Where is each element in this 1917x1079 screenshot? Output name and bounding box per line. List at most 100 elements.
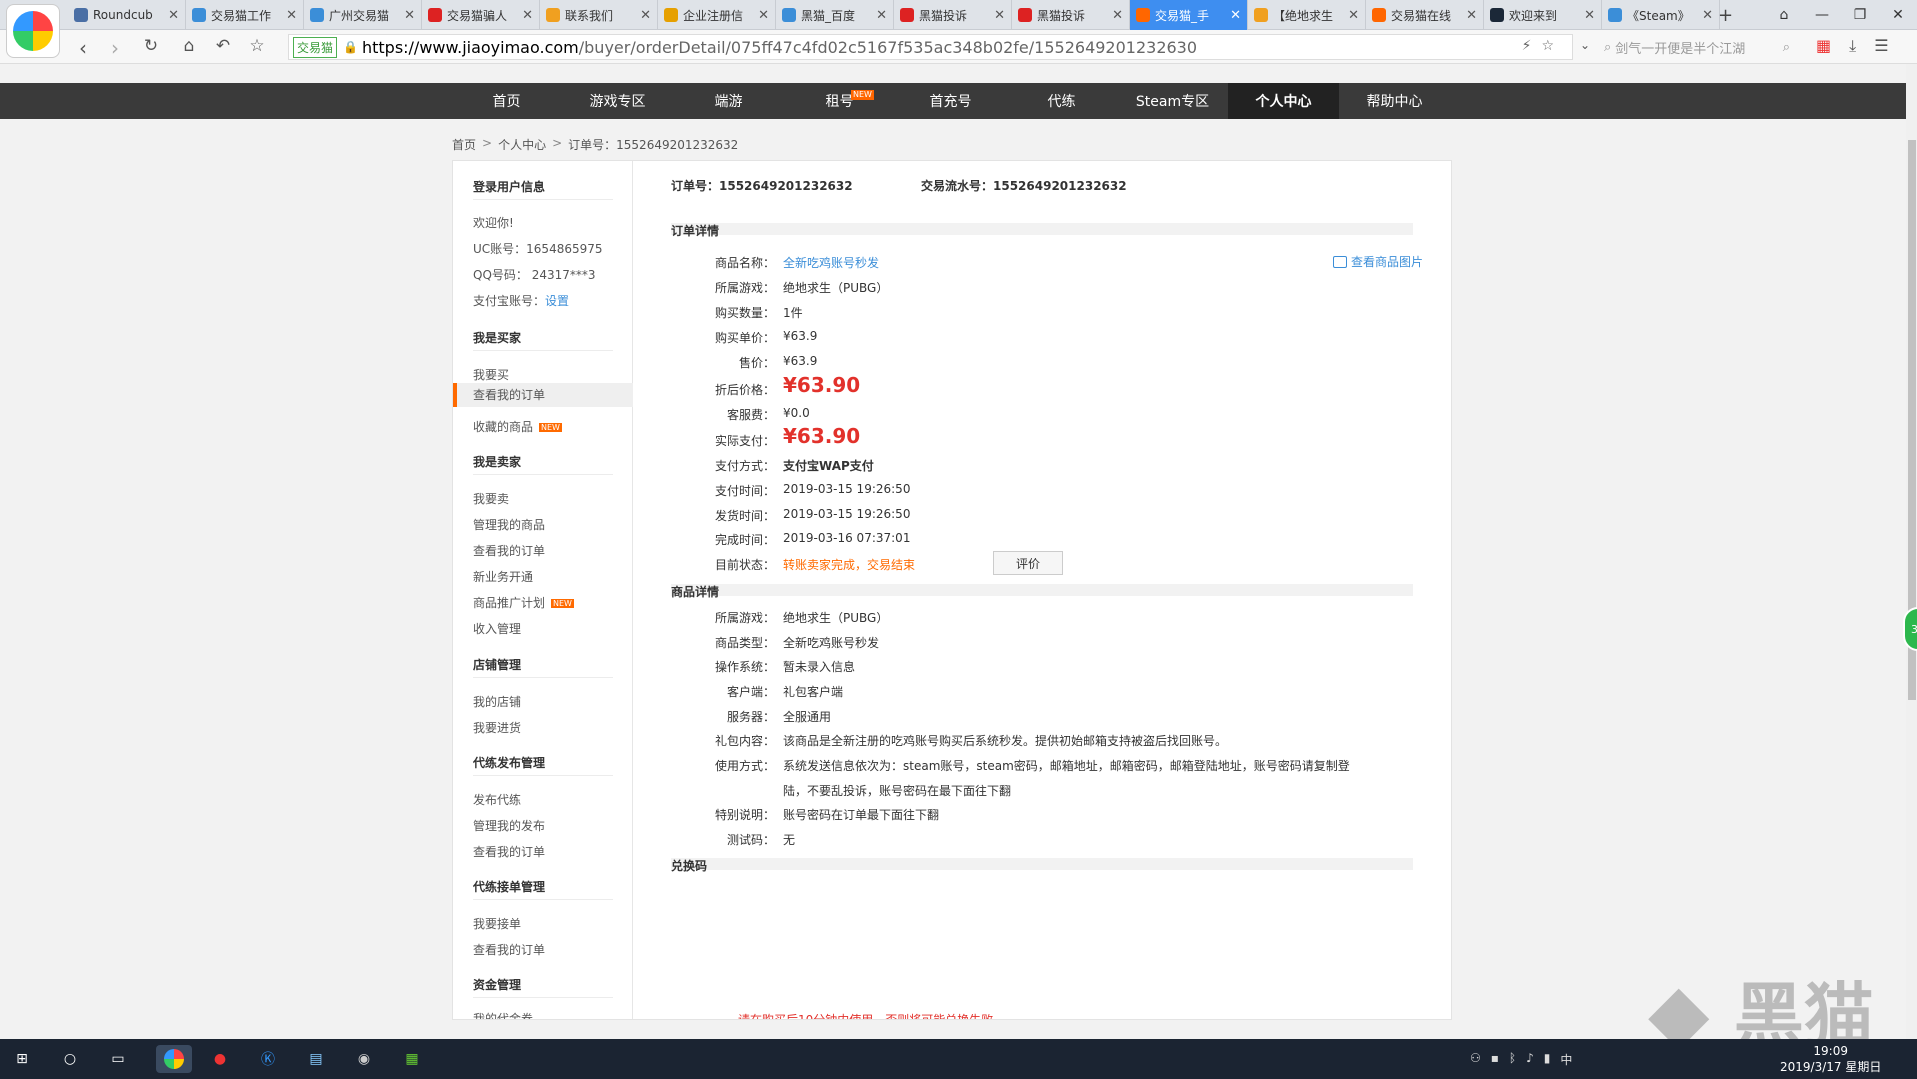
browser-tab[interactable]: 交易猫骗人 ✕ [422, 0, 540, 30]
network-icon[interactable]: ▮ [1544, 1051, 1551, 1068]
apps-icon[interactable]: ▦ [1816, 36, 1831, 56]
sidebar-item-seller-orders[interactable]: 查看我的订单 [473, 542, 545, 559]
restore-icon[interactable]: ❐ [1841, 0, 1879, 30]
tab-close-icon[interactable]: ✕ [286, 8, 297, 23]
home-icon[interactable]: ⌂ [178, 36, 200, 56]
bookmark-star-icon[interactable]: ☆ [246, 36, 268, 56]
sidebar-item-coupons[interactable]: 我的代金券 [473, 1010, 533, 1019]
tab-close-icon[interactable]: ✕ [1112, 8, 1123, 23]
tab-close-icon[interactable]: ✕ [1348, 8, 1359, 23]
minimize-icon[interactable]: — [1803, 0, 1841, 30]
app-icon-red[interactable]: ● [206, 1045, 234, 1073]
site-nav-item[interactable]: 租号 NEW [784, 83, 895, 119]
browser-tab[interactable]: 黑猫投诉 ✕ [1012, 0, 1130, 30]
people-icon[interactable]: ⚇ [1470, 1051, 1481, 1068]
breadcrumb-home[interactable]: 首页 [452, 136, 476, 153]
tab-close-icon[interactable]: ✕ [758, 8, 769, 23]
sidebar-item-buy[interactable]: 我要买 [473, 366, 509, 383]
floating-bubble[interactable]: 38 [1903, 607, 1917, 651]
new-tab-button[interactable]: + [1718, 5, 1733, 26]
browser-tab[interactable]: 联系我们 ✕ [540, 0, 658, 30]
sidebar-item-favorites[interactable]: 收藏的商品 NEW [473, 418, 562, 435]
menu-icon[interactable]: ☰ [1874, 36, 1888, 56]
tab-close-icon[interactable]: ✕ [876, 8, 887, 23]
notepad-icon[interactable]: ▤ [302, 1045, 330, 1073]
sidebar-item-sell[interactable]: 我要卖 [473, 490, 509, 507]
calendar-app-icon[interactable]: ▦ [398, 1045, 426, 1073]
tab-close-icon[interactable]: ✕ [1702, 8, 1713, 23]
tab-close-icon[interactable]: ✕ [168, 8, 179, 23]
sidebar-item-my-shop[interactable]: 我的店铺 [473, 693, 521, 710]
flash-icon[interactable]: ⚡ [1522, 38, 1542, 54]
sidebar-item-restock[interactable]: 我要进货 [473, 719, 521, 736]
browser-tab[interactable]: 交易猫_手 ✕ [1130, 0, 1248, 30]
sidebar-item-manage-publish[interactable]: 管理我的发布 [473, 817, 545, 834]
site-nav-item[interactable]: 端游 [673, 83, 784, 119]
rate-button[interactable]: 评价 [993, 551, 1063, 575]
product-name-link[interactable]: 全新吃鸡账号秒发 [783, 254, 879, 271]
site-nav-item[interactable]: 首充号 [895, 83, 1006, 119]
reload-icon[interactable]: ↻ [140, 36, 162, 56]
site-nav-item[interactable]: 个人中心 [1228, 83, 1339, 119]
search-go-icon[interactable]: ⌕ [1783, 40, 1790, 55]
site-nav-item[interactable]: 代练 [1006, 83, 1117, 119]
tab-close-icon[interactable]: ✕ [1230, 8, 1241, 23]
browser-taskbar-icon[interactable] [156, 1045, 192, 1073]
browser-tab[interactable]: 《Steam》 ✕ [1602, 0, 1720, 30]
back-icon[interactable]: ‹ [72, 36, 94, 60]
tab-close-icon[interactable]: ✕ [522, 8, 533, 23]
site-nav-item[interactable]: 游戏专区 [562, 83, 673, 119]
close-window-icon[interactable]: ✕ [1879, 0, 1917, 30]
sidebar-item-new-business[interactable]: 新业务开通 [473, 568, 533, 585]
tab-close-icon[interactable]: ✕ [994, 8, 1005, 23]
browser-tab[interactable]: 【绝地求生 ✕ [1248, 0, 1366, 30]
goods-content-value: 该商品是全新注册的吃鸡账号购买后系统秒发。提供初始邮箱支持被盗后找回账号。 [783, 734, 1228, 748]
tab-close-icon[interactable]: ✕ [1584, 8, 1595, 23]
url-dropdown-icon[interactable]: ⌄ [1574, 38, 1596, 52]
browser-tab[interactable]: 交易猫在线 ✕ [1366, 0, 1484, 30]
windows-start-icon[interactable]: ⊞ [8, 1045, 36, 1073]
app-icon-k[interactable]: Ⓚ [254, 1045, 282, 1073]
browser-tab[interactable]: 欢迎来到 ✕ [1484, 0, 1602, 30]
sidebar-item-buyer-orders[interactable]: 查看我的订单 [453, 383, 633, 407]
browser-tab[interactable]: 广州交易猫 ✕ [304, 0, 422, 30]
url-field[interactable]: 交易猫 🔒 https://www.jiaoyimao.com/buyer/or… [288, 34, 1573, 60]
sidebar-item-manage-goods[interactable]: 管理我的商品 [473, 516, 545, 533]
volume-icon[interactable]: ♪ [1526, 1051, 1534, 1068]
taskbar-clock[interactable]: 19:09 2019/3/17 星期日 [1780, 1043, 1881, 1075]
browser-tab[interactable]: 企业注册信 ✕ [658, 0, 776, 30]
forward-icon[interactable]: › [104, 36, 126, 60]
browser-tab[interactable]: 交易猫工作 ✕ [186, 0, 304, 30]
site-nav-item[interactable]: 首页 [451, 83, 562, 119]
site-nav-item[interactable]: 帮助中心 [1339, 83, 1450, 119]
breadcrumb-center[interactable]: 个人中心 [498, 136, 546, 153]
sidebar-item-publish-orders[interactable]: 查看我的订单 [473, 843, 545, 860]
browser-tab[interactable]: 黑猫_百度 ✕ [776, 0, 894, 30]
search-circle-icon[interactable]: ○ [56, 1045, 84, 1073]
skin-icon[interactable]: ⌂ [1765, 0, 1803, 30]
favorite-icon[interactable]: ☆ [1541, 38, 1564, 54]
sidebar-item-income[interactable]: 收入管理 [473, 620, 521, 637]
download-icon[interactable]: ⤓ [1849, 36, 1856, 56]
tab-close-icon[interactable]: ✕ [1466, 8, 1477, 23]
browser-tab[interactable]: 黑猫投诉 ✕ [894, 0, 1012, 30]
tab-label: 《Steam》 [1627, 8, 1690, 23]
alipay-setup-link[interactable]: 设置 [545, 294, 569, 308]
browser-logo[interactable] [6, 4, 60, 58]
search-field[interactable]: ⌕ 剑气一开便是半个江湖 ⌕ [1598, 34, 1794, 60]
sidebar-item-promotion[interactable]: 商品推广计划 NEW [473, 594, 574, 611]
site-nav-item[interactable]: Steam专区 [1117, 83, 1228, 119]
sidebar-item-publish[interactable]: 发布代练 [473, 791, 521, 808]
sidebar-item-accept-orders[interactable]: 查看我的订单 [473, 941, 545, 958]
ime-indicator[interactable]: 中 [1560, 1051, 1572, 1068]
tab-close-icon[interactable]: ✕ [404, 8, 415, 23]
steam-icon[interactable]: ◉ [350, 1045, 378, 1073]
browser-tab[interactable]: Roundcub ✕ [68, 0, 186, 30]
tray-app-icon[interactable]: ▪ [1491, 1051, 1499, 1068]
view-image-link[interactable]: 查看商品图片 [1333, 253, 1423, 270]
bluetooth-icon[interactable]: ᛒ [1509, 1051, 1516, 1068]
undo-icon[interactable]: ↶ [212, 36, 234, 56]
sidebar-item-accept[interactable]: 我要接单 [473, 915, 521, 932]
tab-close-icon[interactable]: ✕ [640, 8, 651, 23]
task-view-icon[interactable]: ▭ [104, 1045, 132, 1073]
